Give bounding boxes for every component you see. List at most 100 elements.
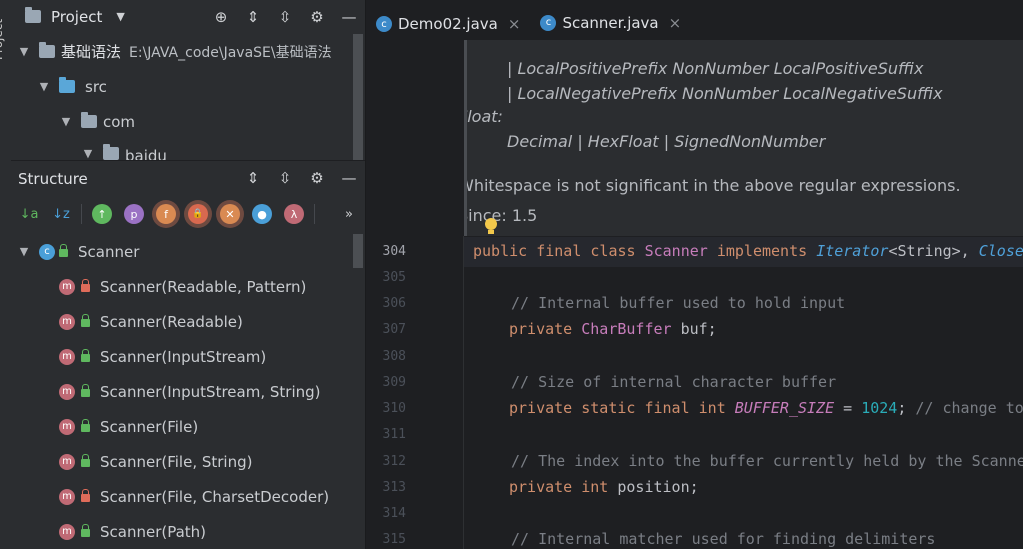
chevron-down-icon[interactable]: ▼	[59, 115, 73, 128]
tab-label: Scanner.java	[562, 13, 659, 32]
gutter-border	[463, 236, 464, 549]
locate-icon[interactable]: ⊕	[205, 0, 237, 33]
member-label: Scanner(InputStream, String)	[100, 382, 321, 401]
code-line-312[interactable]: // The index into the buffer currently h…	[511, 452, 1023, 470]
structure-member[interactable]: m Scanner(InputStream, String)	[59, 374, 321, 409]
sort-alphabetically-icon[interactable]: ↓z	[45, 198, 77, 230]
close-icon[interactable]: ×	[669, 14, 682, 32]
show-fields-icon[interactable]: f	[150, 198, 182, 230]
method-icon: m	[59, 488, 75, 505]
module-folder-icon	[39, 42, 55, 58]
package-icon	[103, 144, 119, 160]
show-non-public-icon[interactable]: 🔒	[182, 198, 214, 230]
line-number: 315	[382, 532, 406, 547]
line-number: 311	[382, 427, 406, 442]
structure-root-scanner[interactable]: ▼ c Scanner	[17, 234, 140, 269]
line-number: 313	[382, 480, 406, 495]
inherited-icon: ↑	[92, 204, 112, 224]
structure-member[interactable]: m Scanner(Readable)	[59, 304, 243, 339]
structure-scrollbar[interactable]	[353, 234, 363, 268]
member-label: Scanner(Readable)	[100, 312, 243, 331]
public-lock-icon	[81, 313, 90, 327]
editor-area: c Demo02.java × c Scanner.java × | Local…	[366, 0, 1023, 549]
method-icon: m	[59, 348, 75, 365]
show-inherited-icon[interactable]: ↑	[86, 198, 118, 230]
show-interfaces-icon[interactable]: ●	[246, 198, 278, 230]
project-header: Project ▼ ⊕ ⇕ ⇳ ⚙ —	[11, 0, 365, 33]
module-path: E:\JAVA_code\JavaSE\基础语法	[129, 44, 332, 61]
code-line-315[interactable]: // Internal matcher used for finding del…	[511, 530, 935, 548]
chevron-down-icon[interactable]: ▼	[17, 45, 31, 58]
chevron-down-icon[interactable]: ▼	[17, 245, 31, 258]
structure-member[interactable]: m Scanner(Path)	[59, 514, 206, 549]
more-icon[interactable]: »	[333, 198, 365, 230]
line-number: 307	[382, 322, 406, 337]
gear-icon[interactable]: ⚙	[301, 161, 333, 194]
class-icon: c	[39, 243, 55, 260]
chevron-down-icon[interactable]: ▼	[37, 80, 51, 93]
member-label: Scanner(File, CharsetDecoder)	[100, 487, 330, 506]
structure-member[interactable]: m Scanner(File)	[59, 409, 198, 444]
tree-item-label: src	[85, 77, 107, 96]
method-icon: m	[59, 383, 75, 400]
chevron-down-icon[interactable]: ▼	[81, 147, 95, 160]
doc-line: Decimal | HexFloat | SignedNonNumber	[507, 132, 826, 151]
structure-title: Structure	[18, 170, 88, 188]
code-line-310[interactable]: private static final int BUFFER_SIZE = 1…	[509, 399, 1023, 417]
public-lock-icon	[81, 453, 90, 467]
public-lock-icon	[81, 348, 90, 362]
sort-by-visibility-icon[interactable]: ↓a	[13, 198, 45, 230]
collapse-all-icon[interactable]: ⇳	[269, 161, 301, 194]
tree-item-src[interactable]: ▼ src	[37, 69, 107, 104]
project-title[interactable]: Project ▼	[25, 7, 125, 26]
line-number: 314	[382, 506, 406, 521]
code-line-313[interactable]: private int position;	[509, 478, 699, 496]
line-number: 310	[382, 401, 406, 416]
public-lock-icon	[81, 523, 90, 537]
line-number: 312	[382, 454, 406, 469]
public-lock-icon	[81, 418, 90, 432]
structure-member[interactable]: m Scanner(Readable, Pattern)	[59, 269, 306, 304]
doc-line: | LocalNegativePrefix NonNumber LocalNeg…	[507, 84, 943, 103]
member-label: Scanner(File, String)	[100, 452, 253, 471]
structure-member[interactable]: m Scanner(File, CharsetDecoder)	[59, 479, 329, 514]
structure-member[interactable]: m Scanner(InputStream)	[59, 339, 266, 374]
show-lambdas-icon[interactable]: λ	[278, 198, 310, 230]
interface-icon: ●	[252, 204, 272, 224]
line-number: 304	[382, 244, 406, 259]
doc-since: Since: 1.5	[464, 206, 538, 225]
expand-all-icon[interactable]: ⇕	[237, 161, 269, 194]
code-line-309[interactable]: // Size of internal character buffer	[511, 373, 836, 391]
tree-item-com[interactable]: ▼ com	[59, 104, 135, 139]
lightbulb-icon[interactable]	[484, 218, 498, 236]
code-line-304[interactable]: public final class Scanner implements It…	[473, 242, 1023, 260]
tab-label: Demo02.java	[398, 15, 498, 33]
member-label: Scanner(Readable, Pattern)	[100, 277, 307, 296]
project-scrollbar[interactable]	[353, 34, 363, 160]
code-line-307[interactable]: private CharBuffer buf;	[509, 320, 717, 338]
chevron-down-icon[interactable]: ▼	[116, 10, 124, 23]
javadoc-render: | LocalPositivePrefix NonNumber LocalPos…	[464, 40, 1023, 236]
collapse-all-icon[interactable]: ⇳	[269, 0, 301, 33]
public-lock-icon	[59, 243, 68, 257]
expand-all-icon[interactable]: ⇕	[237, 0, 269, 33]
source-folder-icon	[59, 77, 75, 93]
hide-icon[interactable]: —	[333, 0, 365, 33]
doc-note: Whitespace is not significant in the abo…	[464, 176, 961, 195]
anonymous-class-icon: ✕	[220, 204, 240, 224]
tree-item-label: com	[103, 112, 136, 131]
line-number: 309	[382, 375, 406, 390]
tree-item-module[interactable]: ▼ 基础语法 E:\JAVA_code\JavaSE\基础语法	[17, 34, 332, 69]
close-icon[interactable]: ×	[508, 15, 521, 33]
gear-icon[interactable]: ⚙	[301, 0, 333, 33]
structure-member[interactable]: m Scanner(File, String)	[59, 444, 252, 479]
line-number: 308	[382, 349, 406, 364]
fields-icon: f	[156, 204, 176, 224]
show-anonymous-icon[interactable]: ✕	[214, 198, 246, 230]
project-folder-icon	[25, 7, 41, 23]
show-properties-icon[interactable]: p	[118, 198, 150, 230]
code-line-306[interactable]: // Internal buffer used to hold input	[511, 294, 845, 312]
method-icon: m	[59, 418, 75, 435]
hide-icon[interactable]: —	[333, 161, 365, 194]
member-label: Scanner(Path)	[100, 522, 207, 541]
